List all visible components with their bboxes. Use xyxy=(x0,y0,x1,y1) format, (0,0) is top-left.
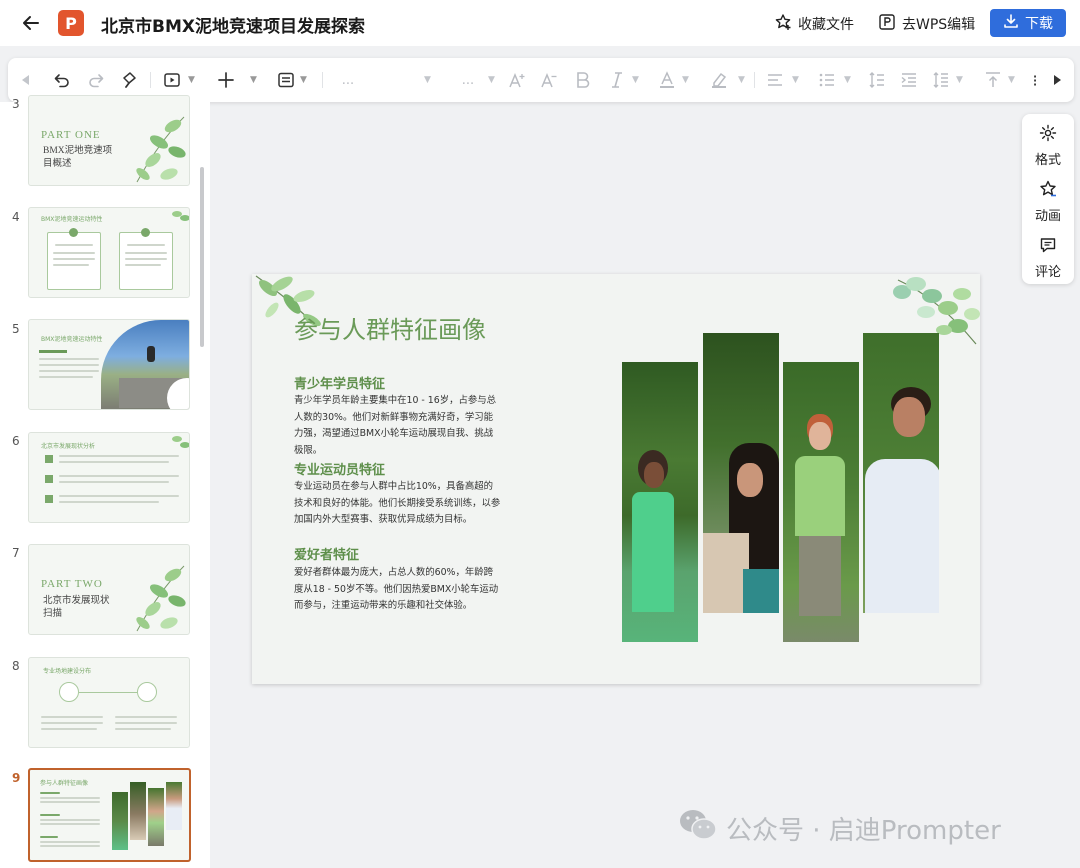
presentation-app-icon: P xyxy=(58,10,84,36)
italic-icon[interactable] xyxy=(606,58,628,102)
download-label: 下载 xyxy=(1025,16,1053,32)
favorite-label: 收藏文件 xyxy=(798,17,854,33)
highlight-marker-icon[interactable] xyxy=(708,58,730,102)
wps-edit-label: 去WPS编辑 xyxy=(902,17,976,33)
current-slide[interactable]: 参与人群特征画像 青少年学员特征 青少年学员年龄主要集中在10 - 16岁，占参… xyxy=(252,274,980,684)
paragraph-spacing-icon[interactable] xyxy=(930,58,952,102)
insert-plus-icon[interactable] xyxy=(214,58,238,102)
align-left-icon[interactable] xyxy=(764,58,786,102)
download-button[interactable]: 下载 xyxy=(990,9,1066,37)
thumbnail-number: 5 xyxy=(12,322,20,336)
people-photo-strip-4 xyxy=(863,333,939,613)
watermark-text: 公众号 · 启迪Prompter xyxy=(726,816,1001,846)
people-photo-strip-1 xyxy=(622,362,698,642)
italic-chevron-down-icon[interactable]: ▼ xyxy=(632,58,639,102)
watermark: 公众号 · 启迪Prompter xyxy=(678,808,1001,849)
people-photo-strip-3 xyxy=(783,362,859,642)
wps-edit-button[interactable]: 去WPS编辑 xyxy=(878,13,975,35)
slide-title: 参与人群特征画像 xyxy=(294,318,486,344)
leaf-decoration-icon xyxy=(136,565,186,632)
increase-font-icon[interactable] xyxy=(506,58,528,102)
comment-panel-button[interactable]: 评论 xyxy=(1022,236,1074,280)
slide-thumbnail-3[interactable]: PART ONE BMX泥地竞速项目概述 xyxy=(28,95,190,186)
leaf-decoration-icon xyxy=(136,116,186,183)
section-heading-youth: 青少年学员特征 xyxy=(294,377,386,392)
font-size-select[interactable]: ... xyxy=(458,58,478,102)
highlight-chevron-down-icon[interactable]: ▼ xyxy=(738,58,745,102)
more-options-icon[interactable]: ⁝ xyxy=(1030,58,1040,102)
vertical-align-top-icon[interactable] xyxy=(982,58,1004,102)
thumb-part-title: 北京市发展现状扫描 xyxy=(43,596,110,619)
thumbnail-scrollbar[interactable] xyxy=(200,167,204,347)
thumbnail-number: 8 xyxy=(12,659,20,673)
decrease-font-icon[interactable] xyxy=(538,58,560,102)
app-logo-letter: P xyxy=(65,13,77,33)
font-size-chevron-down-icon[interactable]: ▼ xyxy=(488,58,495,102)
font-color-chevron-down-icon[interactable]: ▼ xyxy=(682,58,689,102)
slide-thumbnail-4[interactable]: BMX泥地竞速运动特性 xyxy=(28,207,190,298)
thumb-mini-title: 参与人群特征画像 xyxy=(40,780,89,787)
paragraph-spacing-chevron-down-icon[interactable]: ▼ xyxy=(956,58,963,102)
comment-bubble-icon xyxy=(1039,236,1057,258)
bullet-list-icon[interactable] xyxy=(816,58,838,102)
format-panel-button[interactable]: 格式 xyxy=(1022,124,1074,168)
vertical-align-chevron-down-icon[interactable]: ▼ xyxy=(1008,58,1015,102)
thumbnail-number: 7 xyxy=(12,546,20,560)
document-title: 北京市BMX泥地竞速项目发展探索 xyxy=(101,17,365,37)
align-chevron-down-icon[interactable]: ▼ xyxy=(792,58,799,102)
format-label: 格式 xyxy=(1034,153,1061,168)
star-add-icon xyxy=(774,13,792,35)
indent-icon[interactable] xyxy=(898,58,920,102)
layout-dropdown-chevron-down-icon[interactable]: ▼ xyxy=(300,58,307,102)
wechat-icon xyxy=(678,808,718,849)
insert-dropdown-chevron-down-icon[interactable]: ▼ xyxy=(250,58,257,102)
thumb-part-title: BMX泥地竞速项目概述 xyxy=(43,146,113,169)
star-animation-icon xyxy=(1039,180,1057,202)
slide-thumbnail-7[interactable]: PART TWO 北京市发展现状扫描 xyxy=(28,544,190,635)
leaf-decoration-icon xyxy=(172,436,189,448)
thumbnail-number-active: 9 xyxy=(12,771,21,785)
section-heading-enthusiast: 爱好者特征 xyxy=(294,548,360,563)
gear-icon xyxy=(1039,124,1057,146)
layout-template-icon[interactable] xyxy=(274,58,298,102)
bold-icon[interactable] xyxy=(572,58,594,102)
slide-thumbnail-6[interactable]: 北京市发展现状分析 xyxy=(28,432,190,523)
slide-thumbnail-9-active[interactable]: 参与人群特征画像 xyxy=(28,768,191,862)
font-name-select[interactable]: ... xyxy=(338,58,358,102)
thumb-part-label: PART TWO xyxy=(41,578,103,590)
thumb-mini-title: BMX泥地竞速运动特性 xyxy=(41,336,103,343)
section-heading-pro: 专业运动员特征 xyxy=(294,463,386,478)
download-icon xyxy=(1003,13,1019,33)
toolbar-scroll-right-icon[interactable] xyxy=(1050,58,1064,102)
animation-panel-button[interactable]: 动画 xyxy=(1022,180,1074,224)
line-spacing-icon[interactable] xyxy=(866,58,888,102)
section-body-youth: 青少年学员年龄主要集中在10 - 16岁，占参与总人数的30%。他们对新鲜事物充… xyxy=(294,395,496,456)
back-arrow-icon[interactable] xyxy=(18,10,44,36)
thumbnail-number: 6 xyxy=(12,434,20,448)
thumb-mini-title: 专业场地建设分布 xyxy=(43,668,92,675)
thumb-mini-title: BMX泥地竞速运动特性 xyxy=(41,216,103,223)
thumbnail-number: 3 xyxy=(12,97,20,111)
thumbnail-number: 4 xyxy=(12,210,20,224)
section-body-enthusiast: 爱好者群体最为庞大，占总人数的60%，年龄跨度从18 - 50岁不等。他们因热爱… xyxy=(294,567,499,611)
comment-label: 评论 xyxy=(1034,265,1061,280)
wps-p-icon xyxy=(878,13,896,35)
font-name-chevron-down-icon[interactable]: ▼ xyxy=(424,58,431,102)
section-body-pro: 专业运动员在参与人群中占比10%，具备高超的技术和良好的体能。他们长期接受系统训… xyxy=(294,481,501,525)
slide-thumbnail-panel: 3 PART ONE BMX泥地竞速项目概述 4 BMX泥地竞速运动特性 5 B… xyxy=(0,95,210,868)
thumb-mini-title: 北京市发展现状分析 xyxy=(41,443,96,450)
slide-thumbnail-8[interactable]: 专业场地建设分布 xyxy=(28,657,190,748)
slide-thumbnail-5[interactable]: BMX泥地竞速运动特性 xyxy=(28,319,190,410)
top-header: P 北京市BMX泥地竞速项目发展探索 收藏文件 去WPS编辑 下载 xyxy=(0,0,1080,46)
thumb-part-label: PART ONE xyxy=(41,129,101,141)
leaf-decoration-icon xyxy=(172,211,189,221)
bullet-list-chevron-down-icon[interactable]: ▼ xyxy=(844,58,851,102)
people-photo-strip-2 xyxy=(703,333,779,613)
animation-label: 动画 xyxy=(1034,209,1061,224)
favorite-button[interactable]: 收藏文件 xyxy=(774,13,854,35)
font-color-icon[interactable] xyxy=(656,58,678,102)
right-tool-panel: 格式 动画 评论 xyxy=(1022,114,1074,284)
